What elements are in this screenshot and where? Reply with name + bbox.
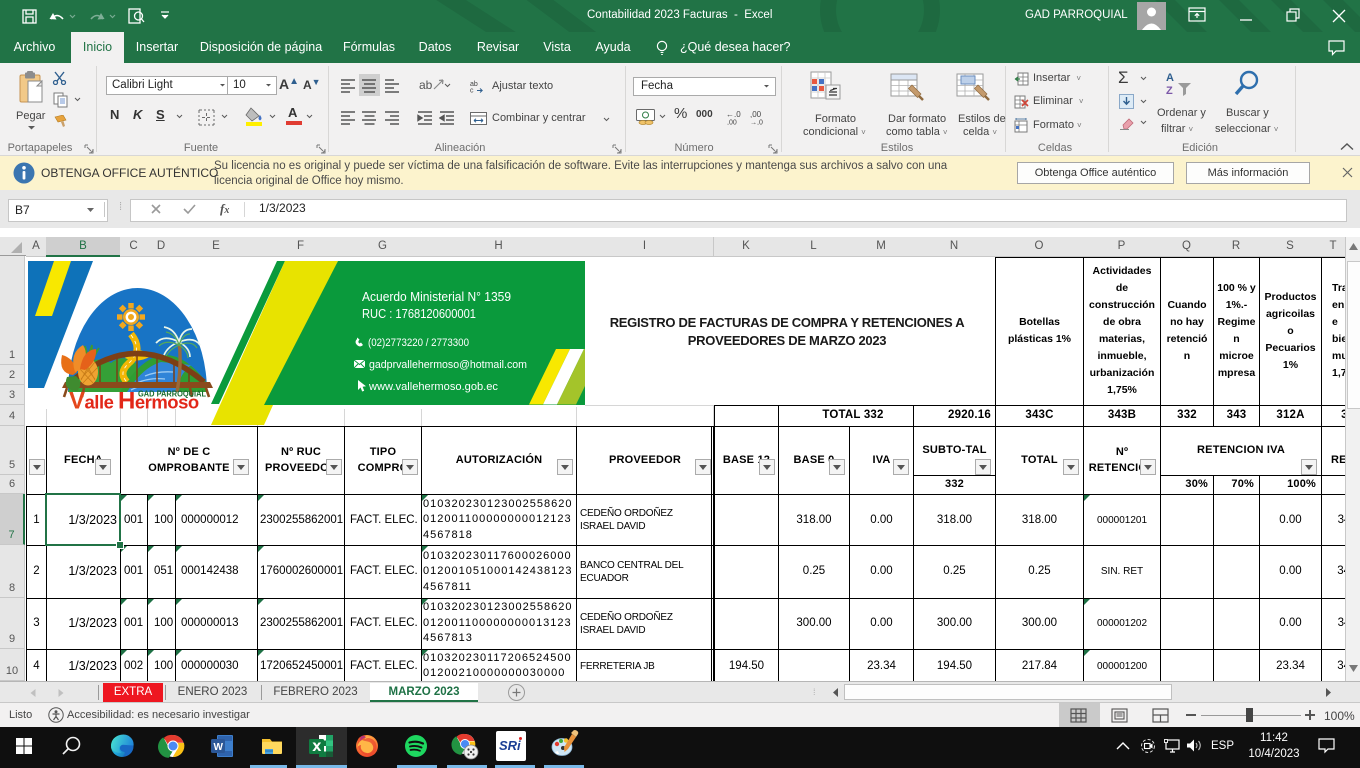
svg-text:←.0: ←.0 (726, 110, 741, 119)
svg-text:,00: ,00 (727, 120, 737, 126)
svg-text:RUC : 1768120600001: RUC : 1768120600001 (362, 307, 476, 321)
svg-text:www.vallehermoso.gob.ec: www.vallehermoso.gob.ec (368, 381, 499, 393)
svg-text:Valle Hermoso: Valle Hermoso (69, 388, 199, 415)
svg-text:,00: ,00 (750, 110, 762, 119)
svg-text:(02)2773220 / 2773300: (02)2773220 / 2773300 (368, 337, 469, 349)
svg-text:→,0: →,0 (750, 120, 763, 126)
svg-text:Acuerdo Ministerial N° 1359: Acuerdo Ministerial N° 1359 (362, 290, 511, 304)
svg-text:A: A (1166, 72, 1174, 84)
svg-text:c: c (470, 88, 474, 94)
svg-text:Z: Z (1166, 85, 1173, 97)
svg-text:gadprvallehermoso@hotmail.com: gadprvallehermoso@hotmail.com (369, 359, 527, 371)
svg-text:W: W (214, 742, 224, 753)
